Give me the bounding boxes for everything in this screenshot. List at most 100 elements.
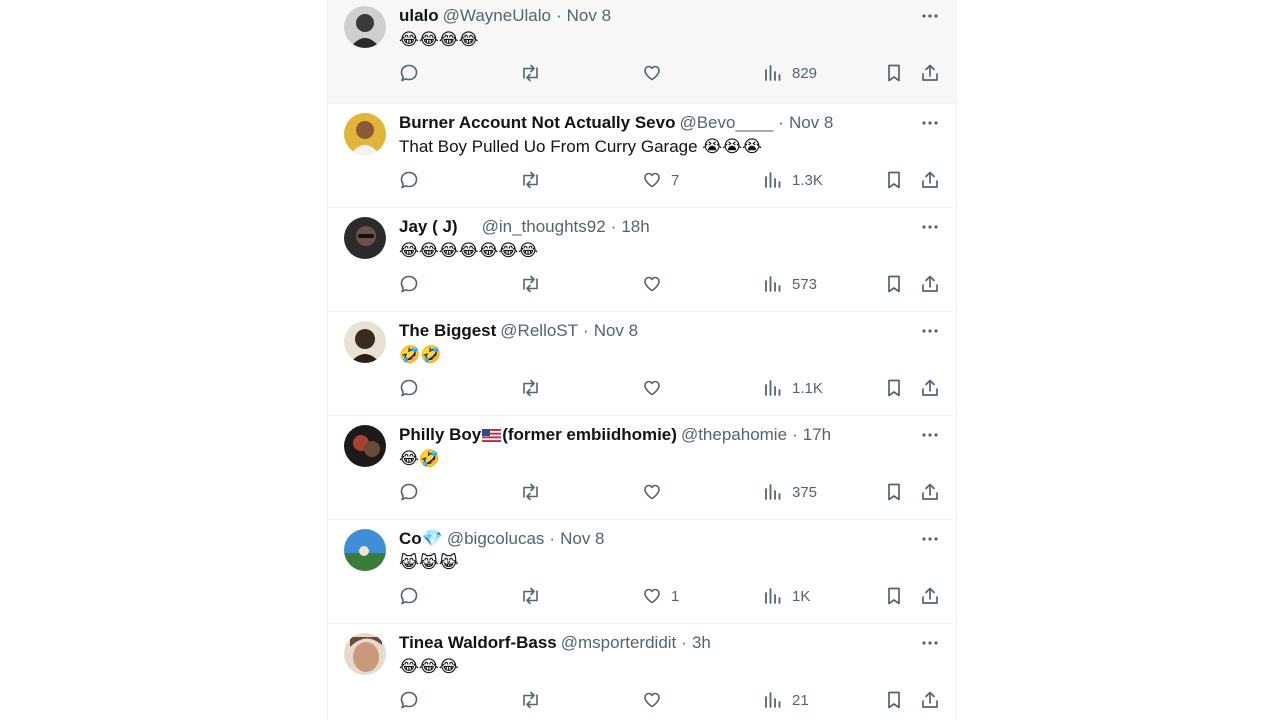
bookmark-button[interactable] (884, 169, 904, 191)
views-button[interactable]: 829 (763, 62, 817, 84)
timestamp[interactable]: 17h (803, 425, 831, 445)
tweet-header: Jay ( J) @in_thoughts92 · 18h (399, 216, 650, 238)
more-options-icon[interactable] (920, 6, 940, 26)
view-count: 1.3K (792, 171, 823, 189)
like-button[interactable]: 7 (642, 169, 679, 191)
bookmark-button[interactable] (884, 62, 904, 84)
user-handle[interactable]: @Bevo____ (679, 113, 773, 133)
like-button[interactable] (642, 62, 671, 84)
like-button[interactable] (642, 481, 671, 503)
views-button[interactable]: 573 (763, 273, 817, 295)
share-button[interactable] (920, 169, 940, 191)
view-count: 21 (792, 691, 809, 709)
more-options-icon[interactable] (920, 217, 940, 237)
user-handle[interactable]: @msporterdidit (561, 633, 677, 653)
share-button[interactable] (920, 689, 940, 711)
timestamp[interactable]: Nov 8 (560, 529, 604, 549)
tweet-text: 😹😹😹 (399, 553, 459, 572)
like-button[interactable] (642, 273, 671, 295)
bookmark-button[interactable] (884, 585, 904, 607)
retweet-button[interactable] (520, 273, 550, 295)
reply-button[interactable] (399, 689, 428, 711)
user-handle[interactable]: @thepahomie (681, 425, 787, 445)
reply-icon (400, 171, 418, 189)
retweet-button[interactable] (520, 62, 550, 84)
more-options-icon[interactable] (920, 633, 940, 653)
bookmark-button[interactable] (884, 481, 904, 503)
display-name-suffix[interactable]: (former embiidhomie) (502, 425, 677, 445)
reply-button[interactable] (399, 169, 428, 191)
display-name[interactable]: Tinea Waldorf-Bass (399, 633, 557, 653)
display-name[interactable]: Co💎 (399, 529, 443, 549)
share-button[interactable] (920, 377, 940, 399)
tweet[interactable]: ulalo @WayneUlalo · Nov 8 😂😂😂😂 829 (328, 0, 956, 104)
display-name[interactable]: The Biggest (399, 321, 496, 341)
timestamp[interactable]: 3h (692, 633, 711, 653)
more-options-icon[interactable] (920, 425, 940, 445)
bookmark-icon (888, 64, 900, 82)
display-name[interactable]: Jay ( J) (399, 217, 458, 237)
avatar[interactable] (344, 529, 386, 571)
view-count: 829 (792, 64, 818, 82)
views-button[interactable]: 1.3K (763, 169, 823, 191)
display-name[interactable]: Philly Boy (399, 425, 481, 445)
bookmark-button[interactable] (884, 273, 904, 295)
tweet[interactable]: The Biggest @RelloST · Nov 8 🤣🤣 1.1K (328, 312, 956, 416)
like-button[interactable]: 1 (642, 585, 679, 607)
user-handle[interactable]: @RelloST (500, 321, 578, 341)
share-icon (922, 64, 938, 81)
tweet[interactable]: Co💎 @bigcolucas · Nov 8 😹😹😹 1 1K (328, 520, 956, 624)
timestamp[interactable]: Nov 8 (789, 113, 833, 133)
more-options-icon[interactable] (920, 529, 940, 549)
share-button[interactable] (920, 481, 940, 503)
timestamp[interactable]: Nov 8 (594, 321, 638, 341)
retweet-button[interactable] (520, 585, 550, 607)
tweet-text: 🤣🤣 (399, 345, 442, 364)
views-button[interactable]: 21 (763, 689, 809, 711)
avatar[interactable] (344, 6, 386, 48)
user-handle[interactable]: @WayneUlalo (443, 6, 551, 26)
reply-button[interactable] (399, 377, 428, 399)
like-count: 7 (671, 171, 680, 189)
timestamp[interactable]: Nov 8 (567, 6, 611, 26)
reply-button[interactable] (399, 481, 428, 503)
retweet-button[interactable] (520, 481, 550, 503)
avatar[interactable] (344, 113, 386, 155)
retweet-button[interactable] (520, 377, 550, 399)
analytics-icon (765, 276, 781, 292)
timestamp[interactable]: 18h (621, 217, 649, 237)
tweet[interactable]: Tinea Waldorf-Bass @msporterdidit · 3h 😂… (328, 624, 956, 727)
user-handle[interactable]: @in_thoughts92 (482, 217, 606, 237)
avatar[interactable] (344, 321, 386, 363)
reply-button[interactable] (399, 585, 428, 607)
display-name[interactable]: ulalo (399, 6, 439, 26)
bookmark-button[interactable] (884, 689, 904, 711)
share-button[interactable] (920, 585, 940, 607)
display-name[interactable]: Burner Account Not Actually Sevo (399, 113, 675, 133)
tweet[interactable]: Jay ( J) @in_thoughts92 · 18h 😂😂😂😂😂😂😂 57… (328, 208, 956, 312)
avatar[interactable] (344, 425, 386, 467)
reply-icon (400, 691, 418, 709)
views-button[interactable]: 1K (763, 585, 810, 607)
more-options-icon[interactable] (920, 321, 940, 341)
share-button[interactable] (920, 273, 940, 295)
reply-icon (400, 275, 418, 293)
views-button[interactable]: 1.1K (763, 377, 823, 399)
reply-button[interactable] (399, 273, 428, 295)
tweet[interactable]: Burner Account Not Actually Sevo @Bevo__… (328, 104, 956, 208)
bookmark-button[interactable] (884, 377, 904, 399)
like-button[interactable] (642, 689, 671, 711)
reply-button[interactable] (399, 62, 428, 84)
tweet[interactable]: Philly Boy (former embiidhomie) @thepaho… (328, 416, 956, 520)
analytics-icon (765, 588, 781, 604)
us-flag-icon (482, 428, 502, 442)
retweet-button[interactable] (520, 689, 550, 711)
user-handle[interactable]: @bigcolucas (447, 529, 545, 549)
like-button[interactable] (642, 377, 671, 399)
retweet-button[interactable] (520, 169, 550, 191)
share-button[interactable] (920, 62, 940, 84)
views-button[interactable]: 375 (763, 481, 817, 503)
avatar[interactable] (344, 633, 386, 675)
more-options-icon[interactable] (920, 113, 940, 133)
avatar[interactable] (344, 217, 386, 259)
